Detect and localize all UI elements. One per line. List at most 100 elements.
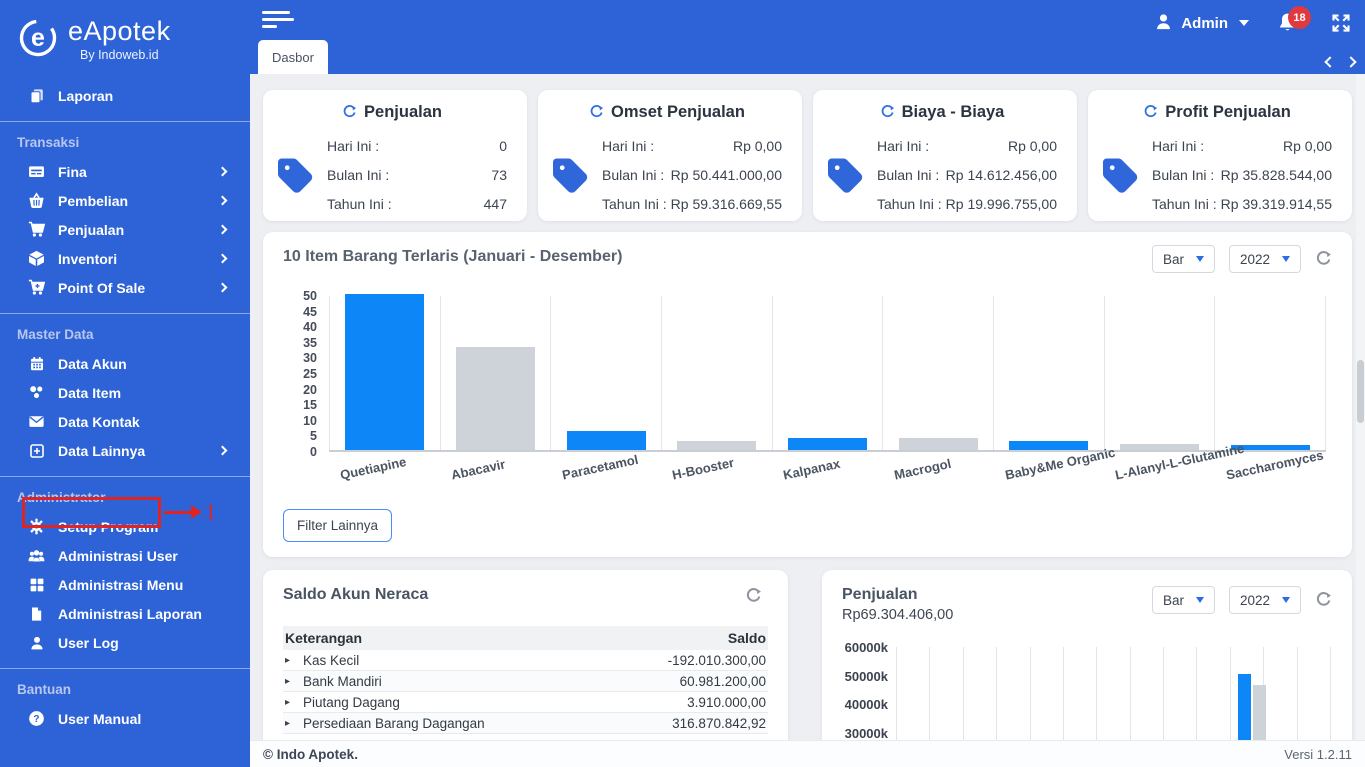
stat-row-value: 0	[499, 138, 507, 154]
sidebar-item-user-log[interactable]: User Log	[0, 628, 250, 657]
saldo-card-title: Saldo Akun Neraca	[283, 586, 429, 603]
scrollbar-thumb[interactable]	[1357, 360, 1364, 423]
sidebar-item-administrasi-menu[interactable]: Administrasi Menu	[0, 570, 250, 599]
stat-card-header: Penjualan	[277, 103, 507, 122]
y-axis: 0 5 10 15 20 25 30 35 40 45 50	[283, 289, 323, 459]
sales-refresh-icon[interactable]	[1315, 591, 1332, 609]
sidebar-item-label: Data Item	[58, 384, 122, 401]
chart-slot	[329, 294, 440, 450]
x-axis-label: Abacavir	[449, 456, 507, 483]
top-items-chart-card: 10 Item Barang Terlaris (Januari - Desem…	[263, 232, 1352, 557]
select-caret-icon	[1282, 597, 1290, 603]
sidebar-item-data-akun[interactable]: Data Akun	[0, 349, 250, 378]
sidebar-item-inventori[interactable]: Inventori	[0, 244, 250, 273]
sales-chart-year-value: 2022	[1239, 592, 1270, 608]
stat-row-label: Tahun Ini :	[877, 196, 942, 212]
sidebar-item-label: Administrasi User	[58, 547, 178, 564]
sidebar-item-point-of-sale[interactable]: Point Of Sale	[0, 273, 250, 302]
stat-row: Tahun Ini : 447	[327, 190, 507, 219]
tab-scroll-left-icon[interactable]	[1324, 56, 1336, 68]
saldo-table: Keterangan Saldo ▸ Kas Kecil -192.010.300,…	[283, 626, 768, 734]
select-caret-icon	[1195, 256, 1204, 262]
stat-card-header: Omset Penjualan	[552, 103, 782, 122]
chevron-right-icon	[217, 166, 228, 177]
y-axis-tick: 20	[303, 382, 317, 397]
chevron-right-icon	[217, 282, 228, 293]
file-icon	[28, 605, 45, 622]
x-axis-labels: Quetiapine Abacavir Paracetamol H-Booster Ka…	[329, 441, 1326, 498]
annotation-arrow-head	[191, 505, 202, 519]
chart-bar-baby-me-organic	[1009, 440, 1089, 450]
sidebar-item-fina[interactable]: Fina	[0, 157, 250, 186]
penjualan-chart-card: Penjualan Rp69.304.406,00 Bar 2022 60000…	[822, 570, 1352, 767]
row-expand-caret-icon[interactable]: ▸	[283, 670, 301, 692]
sidebar-item-data-item[interactable]: Data Item	[0, 378, 250, 407]
sidebar-item-label: Data Lainnya	[58, 442, 146, 459]
sidebar-item-label: Point Of Sale	[58, 279, 146, 296]
row-expand-caret-icon[interactable]: ▸	[283, 712, 301, 734]
chart-refresh-icon[interactable]	[1315, 250, 1332, 268]
notifications-button[interactable]: 18	[1277, 6, 1311, 38]
row-expand-caret-icon[interactable]: ▸	[283, 650, 301, 671]
refresh-icon[interactable]	[589, 105, 604, 120]
refresh-icon[interactable]	[342, 105, 357, 120]
select-caret-icon	[1195, 597, 1204, 603]
stat-card-title: Biaya - Biaya	[901, 103, 1005, 121]
filter-lainnya-button[interactable]: Filter Lainnya	[283, 509, 393, 542]
admin-menu[interactable]: Admin	[1154, 12, 1249, 35]
chevron-right-icon	[217, 445, 228, 456]
sidebar-item-laporan[interactable]: Laporan	[0, 81, 250, 110]
stat-row-value: 73	[491, 167, 507, 183]
table-row: ▸ Piutang Dagang 3.910.000,00	[283, 691, 768, 713]
y-axis-tick: 40	[303, 320, 317, 335]
sidebar-item-administrasi-laporan[interactable]: Administrasi Laporan	[0, 599, 250, 628]
row-value: 3.910.000,00	[602, 691, 768, 713]
x-axis-label: H-Booster	[671, 454, 736, 483]
y-axis-tick: 50000k	[844, 668, 888, 684]
user-icon	[1154, 12, 1173, 35]
chart-year-select[interactable]: 2022	[1228, 245, 1301, 273]
x-axis-label: Quetiapine	[338, 453, 408, 483]
row-value: -192.010.300,00	[602, 650, 768, 671]
y-axis-tick: 50	[303, 289, 317, 303]
sales-chart-type-select[interactable]: Bar	[1151, 586, 1215, 614]
refresh-icon[interactable]	[880, 105, 895, 120]
saldo-refresh-icon[interactable]	[745, 588, 762, 605]
chart-bar-h-booster	[677, 440, 757, 450]
hamburger-menu-icon[interactable]	[262, 11, 294, 31]
brand-tagline: By Indoweb.id	[80, 48, 159, 62]
sidebar-item-pembelian[interactable]: Pembelian	[0, 186, 250, 215]
stat-card-body: Hari Ini : Rp 0,00 Bulan Ini : Rp 14.612.45…	[827, 132, 1057, 219]
tab-dasbor[interactable]: Dasbor	[258, 40, 328, 74]
row-expand-caret-icon[interactable]: ▸	[283, 691, 301, 713]
tab-scroll-right-icon[interactable]	[1345, 56, 1357, 68]
chart-type-select[interactable]: Bar	[1151, 245, 1215, 273]
sidebar-item-data-kontak[interactable]: Data Kontak	[0, 407, 250, 436]
chart-bar-quetiapine	[345, 294, 425, 450]
topbar: Dasbor Admin 18	[250, 0, 1365, 74]
footer: © Indo Apotek. Versi 1.2.11	[250, 740, 1365, 767]
fullscreen-icon[interactable]	[1331, 13, 1351, 33]
stat-card-body: Hari Ini : Rp 0,00 Bulan Ini : Rp 35.828.54…	[1102, 132, 1332, 219]
sidebar-item-label: Setup Program	[58, 518, 159, 535]
sidebar-item-data-lainnya[interactable]: Data Lainnya	[0, 436, 250, 465]
stat-card-penjualan: Penjualan Hari Ini : 0 Bulan Ini : 73 Tahun I…	[263, 90, 527, 221]
refresh-icon[interactable]	[1143, 105, 1158, 120]
sidebar-nav: Laporan Transaksi Fina Pembelian Penjualan In…	[0, 81, 250, 733]
sales-chart-year-select[interactable]: 2022	[1228, 586, 1301, 614]
page-scrollbar[interactable]	[1356, 74, 1365, 740]
stat-card-omset-penjualan: Omset Penjualan Hari Ini : Rp 0,00 Bulan In…	[538, 90, 802, 221]
chart-slot	[661, 296, 772, 450]
stat-row-value: Rp 0,00	[732, 138, 782, 154]
row-value: 60.981.200,00	[602, 670, 768, 692]
group-icon	[28, 384, 45, 401]
bar-chart: 0 5 10 15 20 25 30 35 40 45 50 Quetiapine Abacavir P…	[283, 289, 1332, 483]
stat-row-value: Rp 59.316.669,55	[670, 196, 782, 212]
stat-row: Bulan Ini : 73	[327, 161, 507, 190]
sidebar-item-penjualan[interactable]: Penjualan	[0, 215, 250, 244]
y-axis-tick: 15	[303, 398, 317, 413]
sidebar-item-user-manual[interactable]: ? User Manual	[0, 704, 250, 733]
credit-card-icon	[28, 163, 45, 180]
stat-row-label: Hari Ini :	[327, 138, 380, 154]
sidebar-item-administrasi-user[interactable]: Administrasi User	[0, 541, 250, 570]
